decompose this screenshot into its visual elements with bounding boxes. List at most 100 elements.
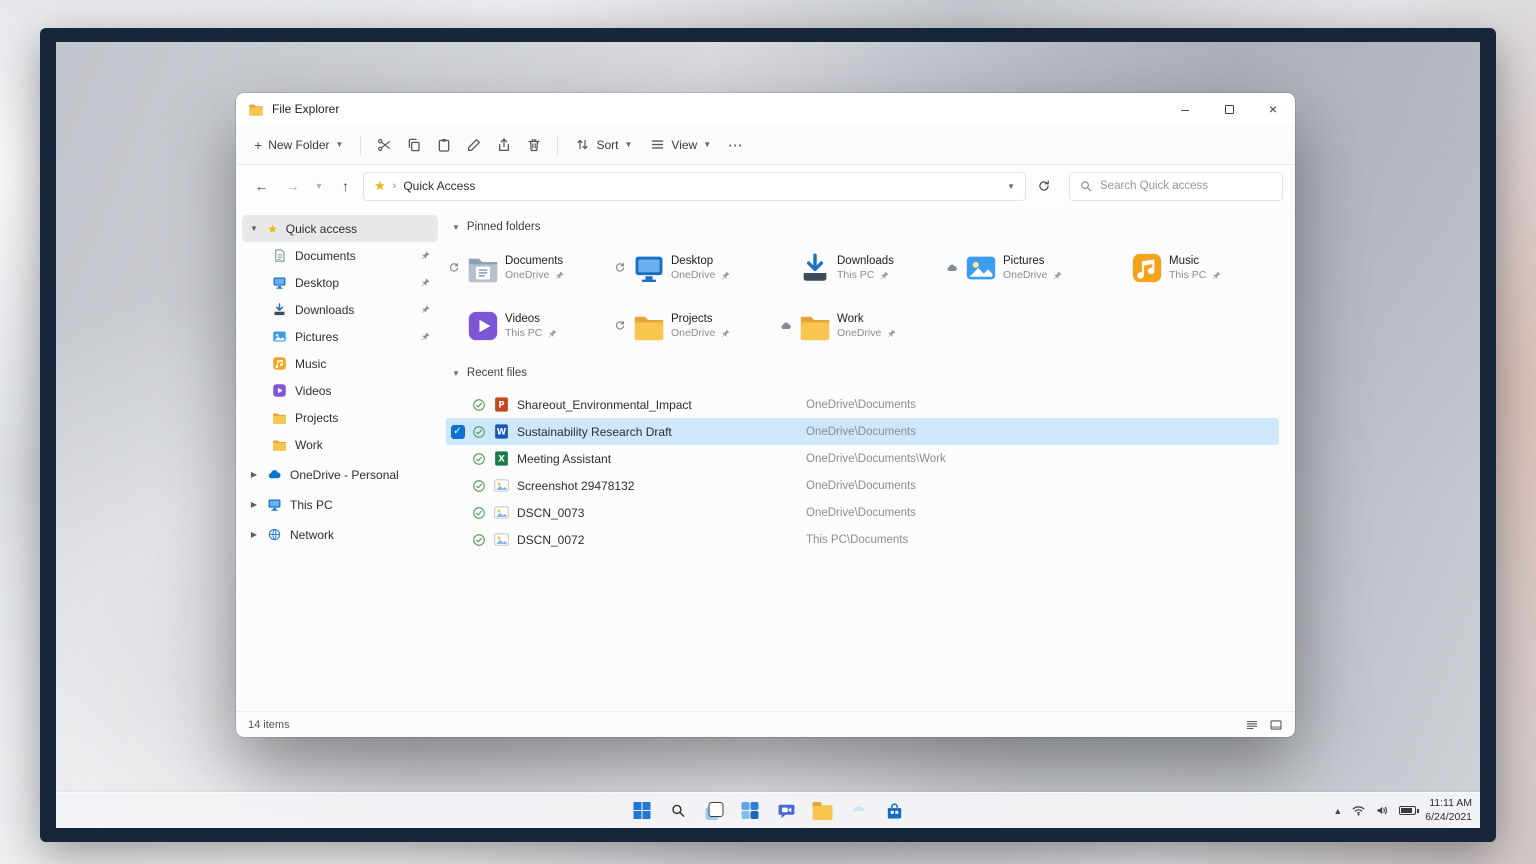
sidebar-item-desktop[interactable]: Desktop	[242, 269, 438, 296]
battery-icon[interactable]	[1399, 806, 1416, 815]
row-checkbox-slot[interactable]	[450, 532, 465, 547]
file-row-selected[interactable]: ✓ Sustainability Research Draft OneDrive…	[446, 418, 1279, 445]
taskbar-search-button[interactable]	[665, 797, 692, 824]
sort-button[interactable]: Sort ▼	[567, 132, 640, 157]
sidebar-item-quick-access[interactable]: ▼ ★ Quick access	[242, 215, 438, 242]
start-button[interactable]	[629, 797, 656, 824]
pinned-tile-desktop[interactable]: Desktop OneDrive	[612, 245, 778, 291]
titlebar[interactable]: File Explorer – ×	[236, 93, 1295, 125]
refresh-button[interactable]	[1030, 173, 1057, 200]
rename-icon	[466, 137, 482, 153]
sidebar-item-work[interactable]: Work	[242, 431, 438, 458]
taskbar-clock[interactable]: 11:11 AM 6/24/2021	[1425, 797, 1472, 824]
pin-icon	[1211, 270, 1222, 281]
row-checkbox-slot[interactable]	[450, 505, 465, 520]
file-row[interactable]: Screenshot 29478132 OneDrive\Documents	[446, 472, 1279, 499]
pinned-tile-music[interactable]: Music This PC	[1110, 245, 1276, 291]
system-tray: ▲ 11:11 AM 6/24/2021	[1333, 793, 1472, 828]
pinned-tile-documents[interactable]: Documents OneDrive	[446, 245, 612, 291]
sidebar-item-onedrive[interactable]: ▶ OneDrive - Personal	[242, 461, 438, 488]
sidebar-item-videos[interactable]: Videos	[242, 377, 438, 404]
pinned-folders-header[interactable]: ▼ Pinned folders	[452, 221, 1279, 233]
sidebar-item-pictures[interactable]: Pictures	[242, 323, 438, 350]
this-pc-icon	[267, 497, 282, 512]
pinned-tile-pictures[interactable]: Pictures OneDrive	[944, 245, 1110, 291]
sidebar-item-label: OneDrive - Personal	[290, 468, 399, 482]
file-row[interactable]: Shareout_Environmental_Impact OneDrive\D…	[446, 391, 1279, 418]
pin-icon	[420, 331, 431, 342]
task-view-icon	[705, 802, 723, 820]
search-input[interactable]	[1100, 180, 1273, 192]
row-checkbox-slot[interactable]	[450, 397, 465, 412]
chevron-right-icon: ▶	[249, 470, 259, 479]
file-explorer-button[interactable]	[809, 797, 836, 824]
sidebar-item-network[interactable]: ▶ Network	[242, 521, 438, 548]
file-row[interactable]: DSCN_0073 OneDrive\Documents	[446, 499, 1279, 526]
sidebar-item-label: Music	[295, 357, 326, 371]
new-folder-button[interactable]: + New Folder ▼	[246, 132, 351, 158]
copy-button[interactable]	[400, 131, 428, 159]
wifi-icon[interactable]	[1351, 803, 1366, 818]
paste-button[interactable]	[430, 131, 458, 159]
details-view-icon[interactable]	[1245, 718, 1259, 732]
store-button[interactable]	[881, 797, 908, 824]
pinned-tile-videos[interactable]: Videos This PC	[446, 303, 612, 349]
back-button[interactable]: ←	[248, 173, 275, 200]
sidebar-item-projects[interactable]: Projects	[242, 404, 438, 431]
breadcrumb[interactable]: ★ › Quick Access ▼	[363, 172, 1026, 201]
forward-button[interactable]: →	[279, 173, 306, 200]
more-options-button[interactable]: ⋯	[721, 131, 749, 159]
section-title: Pinned folders	[467, 221, 541, 233]
sidebar-item-documents[interactable]: Documents	[242, 242, 438, 269]
task-view-button[interactable]	[701, 797, 728, 824]
minimize-button[interactable]: –	[1163, 93, 1207, 125]
desktop-monitor-icon	[632, 251, 666, 285]
search-box[interactable]	[1069, 172, 1283, 201]
yellow-folder-icon	[632, 309, 666, 343]
sidebar-item-label: Pictures	[295, 330, 338, 344]
sidebar-item-label: Documents	[295, 249, 356, 263]
chat-button[interactable]	[773, 797, 800, 824]
up-button[interactable]: ↑	[332, 173, 359, 200]
tray-chevron-up-icon[interactable]: ▲	[1333, 806, 1342, 816]
new-folder-label: New Folder	[268, 138, 329, 152]
copy-icon	[406, 137, 422, 153]
sidebar-item-this-pc[interactable]: ▶ This PC	[242, 491, 438, 518]
volume-icon[interactable]	[1375, 803, 1390, 818]
edge-button[interactable]	[845, 797, 872, 824]
breadcrumb-root[interactable]: Quick Access	[403, 179, 475, 193]
row-checkbox[interactable]: ✓	[450, 424, 465, 439]
close-button[interactable]: ×	[1251, 93, 1295, 125]
rename-button[interactable]	[460, 131, 488, 159]
cut-button[interactable]	[370, 131, 398, 159]
recent-files-header[interactable]: ▼ Recent files	[452, 367, 1279, 379]
share-button[interactable]	[490, 131, 518, 159]
sidebar-item-label: Work	[295, 438, 323, 452]
clock-time: 11:11 AM	[1425, 797, 1472, 811]
file-row[interactable]: DSCN_0072 This PC\Documents	[446, 526, 1279, 553]
pinned-tile-downloads[interactable]: Downloads This PC	[778, 245, 944, 291]
row-checkbox-slot[interactable]	[450, 478, 465, 493]
music-note-icon	[1130, 251, 1164, 285]
file-explorer-icon	[812, 805, 832, 820]
pinned-tile-work[interactable]: Work OneDrive	[778, 303, 944, 349]
chat-icon	[776, 801, 796, 821]
file-row[interactable]: Meeting Assistant OneDrive\Documents\Wor…	[446, 445, 1279, 472]
address-dropdown-icon[interactable]: ▼	[1007, 182, 1015, 191]
chevron-down-icon: ▼	[452, 369, 460, 378]
row-checkbox-slot[interactable]	[450, 451, 465, 466]
pinned-tile-projects[interactable]: Projects OneDrive	[612, 303, 778, 349]
taskbar: ▲ 11:11 AM 6/24/2021	[56, 792, 1480, 828]
file-name: DSCN_0073	[517, 506, 799, 520]
chevron-right-icon: ▶	[249, 530, 259, 539]
view-button[interactable]: View ▼	[642, 132, 719, 157]
trash-icon	[526, 137, 542, 153]
maximize-button[interactable]	[1207, 93, 1251, 125]
sidebar-item-music[interactable]: Music	[242, 350, 438, 377]
chevron-down-icon: ▼	[249, 224, 259, 233]
widgets-button[interactable]	[737, 797, 764, 824]
sidebar-item-downloads[interactable]: Downloads	[242, 296, 438, 323]
delete-button[interactable]	[520, 131, 548, 159]
recent-locations-button[interactable]: ▼	[310, 173, 328, 200]
large-icons-view-icon[interactable]	[1269, 718, 1283, 732]
